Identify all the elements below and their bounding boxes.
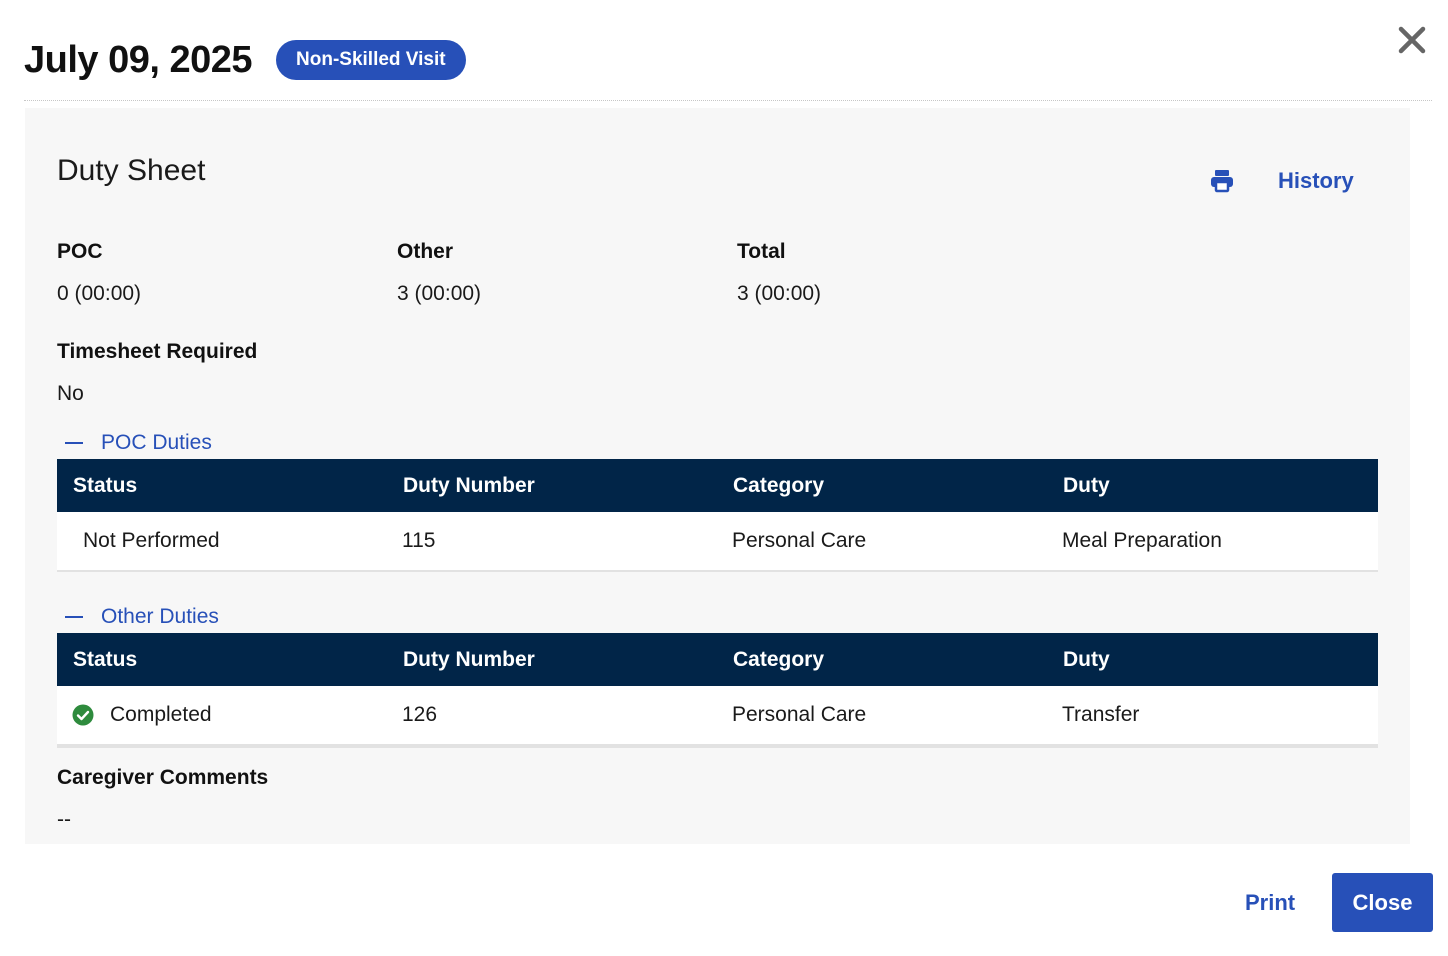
duty-category: Personal Care (732, 529, 867, 552)
total-count-value: 3 (00:00) (737, 282, 822, 305)
duty-status: Not Performed (83, 529, 220, 552)
column-header-duty: Duty (1063, 473, 1110, 497)
history-link[interactable]: History (1278, 168, 1354, 194)
other-count-label: Other (397, 240, 454, 263)
visit-type-badge: Non-Skilled Visit (276, 40, 466, 80)
other-duties-table: Status Duty Number Category Duty Complet… (57, 633, 1378, 748)
duty-sheet-panel: Duty Sheet History POC 0 (00:00) Other 3… (25, 108, 1410, 844)
modal-header: July 09, 2025 Non-Skilled Visit (24, 32, 466, 88)
timesheet-required-value: No (57, 382, 84, 405)
column-header-duty-number: Duty Number (403, 647, 535, 671)
total-count-label: Total (737, 240, 786, 263)
other-duties-title: Other Duties (101, 605, 219, 628)
column-header-status: Status (73, 647, 138, 671)
duty-status-cell: Completed (57, 703, 387, 727)
collapse-icon (65, 442, 83, 444)
close-button[interactable]: Close (1332, 873, 1433, 932)
print-button[interactable]: Print (1245, 890, 1295, 916)
column-header-category: Category (733, 647, 825, 671)
other-duties-toggle[interactable]: Other Duties (65, 605, 219, 629)
close-icon[interactable] (1394, 22, 1430, 58)
other-count-value: 3 (00:00) (397, 282, 482, 305)
poc-count-value: 0 (00:00) (57, 282, 142, 305)
collapse-icon (65, 616, 83, 618)
column-header-duty-number: Duty Number (403, 473, 535, 497)
duty-category: Personal Care (732, 703, 867, 726)
column-header-category: Category (733, 473, 825, 497)
column-header-duty: Duty (1063, 647, 1110, 671)
duty-sheet-title: Duty Sheet (57, 154, 206, 187)
duty-name: Meal Preparation (1062, 529, 1222, 552)
caregiver-comments-label: Caregiver Comments (57, 766, 269, 789)
caregiver-comments-value: -- (57, 808, 71, 831)
table-header: Status Duty Number Category Duty (57, 633, 1378, 686)
duty-status: Completed (110, 703, 212, 726)
visit-date-title: July 09, 2025 (24, 38, 253, 81)
duty-name: Transfer (1062, 703, 1140, 726)
column-header-status: Status (73, 473, 138, 497)
duty-number: 115 (402, 529, 436, 552)
table-row: Not Performed 115 Personal Care Meal Pre… (57, 512, 1378, 572)
printer-icon[interactable] (1209, 168, 1235, 194)
header-divider (24, 100, 1432, 101)
poc-count-label: POC (57, 240, 103, 263)
poc-duties-table: Status Duty Number Category Duty Not Per… (57, 459, 1378, 572)
check-circle-icon (72, 704, 94, 726)
poc-duties-title: POC Duties (101, 431, 212, 454)
poc-duties-toggle[interactable]: POC Duties (65, 431, 212, 455)
table-row: Completed 126 Personal Care Transfer (57, 686, 1378, 748)
duty-number: 126 (402, 703, 438, 726)
table-header: Status Duty Number Category Duty (57, 459, 1378, 512)
timesheet-required-label: Timesheet Required (57, 340, 258, 363)
